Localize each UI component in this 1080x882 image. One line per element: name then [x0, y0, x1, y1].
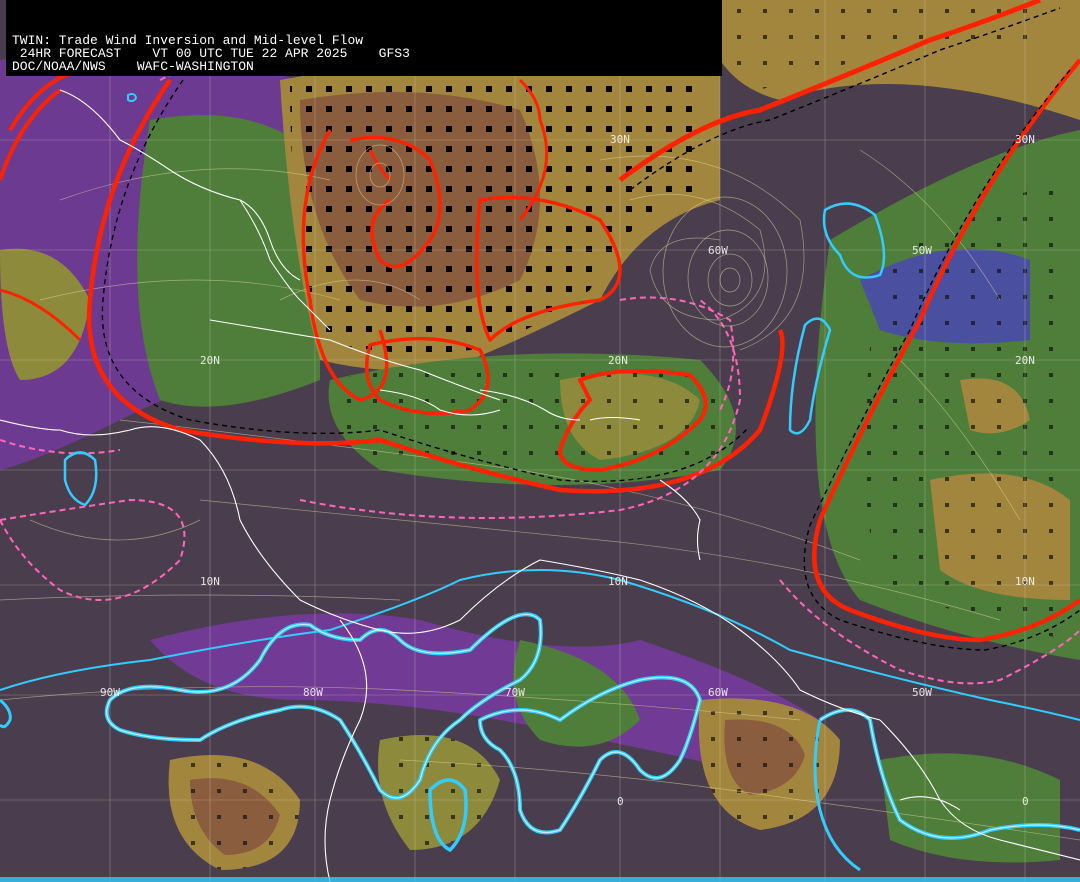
lat-label-20n: 20N [200, 354, 220, 367]
weather-map [0, 0, 1080, 882]
bottom-edge-line [0, 877, 1080, 882]
lat-label-20n: 20N [1015, 354, 1035, 367]
lat-label-30n: 30N [1015, 133, 1035, 146]
lon-label-50w: 50W [912, 244, 932, 257]
equator-label: 0 [1022, 795, 1029, 808]
lat-label-10n: 10N [608, 575, 628, 588]
lon-label-60w: 60W [708, 244, 728, 257]
lon-label-70w: 70W [505, 686, 525, 699]
lon-label-50w: 50W [912, 686, 932, 699]
lat-label-30n: 30N [610, 133, 630, 146]
lat-label-10n: 10N [1015, 575, 1035, 588]
lon-label-60w: 60W [708, 686, 728, 699]
lon-label-90w: 90W [100, 686, 120, 699]
lat-label-20n: 20N [608, 354, 628, 367]
lat-label-10n: 10N [200, 575, 220, 588]
issuing-office: DOC/NOAA/NWS WAFC-WASHINGTON [12, 59, 254, 74]
product-header: TWIN: Trade Wind Inversion and Mid-level… [6, 0, 722, 76]
equator-label: 0 [617, 795, 624, 808]
lon-label-80w: 80W [303, 686, 323, 699]
